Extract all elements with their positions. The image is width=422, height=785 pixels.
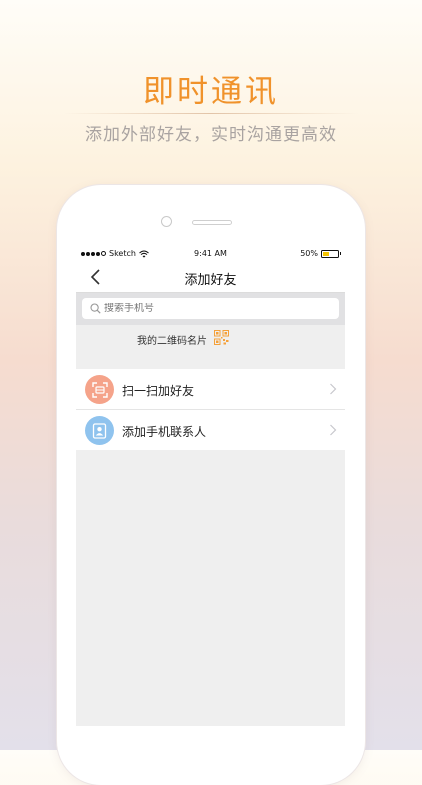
- status-bar: Sketch 9:41 AM 50%: [76, 246, 345, 262]
- search-box[interactable]: [82, 298, 339, 319]
- search-input[interactable]: [104, 303, 304, 314]
- battery-icon: [321, 249, 341, 258]
- promo-subtitle: 添加外部好友，实时沟通更高效: [85, 125, 337, 145]
- add-phone-contacts-label: 添加手机联系人: [122, 425, 207, 439]
- qr-code-icon[interactable]: [214, 330, 229, 345]
- promo-title: 即时通讯: [143, 74, 279, 110]
- earpiece-speaker: [192, 220, 232, 225]
- front-camera: [161, 216, 172, 227]
- search-icon: [90, 303, 101, 314]
- contacts-icon: [85, 416, 114, 445]
- scan-to-add-label: 扫一扫加好友: [122, 384, 195, 398]
- chevron-right-icon: [330, 424, 337, 436]
- add-friend-options: 扫一扫加好友 添加手机联系人: [76, 369, 345, 450]
- battery-percent: 50%: [300, 249, 318, 258]
- scan-icon: [85, 375, 114, 404]
- qr-card-row[interactable]: 我的二维码名片: [76, 325, 345, 352]
- qr-card-label: 我的二维码名片: [137, 336, 207, 347]
- status-right: 50%: [300, 249, 341, 258]
- scan-to-add-row[interactable]: 扫一扫加好友: [76, 369, 345, 410]
- add-phone-contacts-row[interactable]: 添加手机联系人: [76, 410, 345, 450]
- promo-divider: [64, 113, 358, 114]
- chevron-right-icon: [330, 383, 337, 395]
- phone-screen: Sketch 9:41 AM 50% 添加好友 搜索手机号 我的二维码名片 扫一…: [76, 246, 345, 726]
- navigation-bar: 添加好友: [76, 262, 345, 293]
- search-bar: [76, 293, 345, 325]
- battery-fill: [323, 251, 329, 256]
- battery-tip: [339, 252, 341, 255]
- page-title: 添加好友: [184, 273, 237, 288]
